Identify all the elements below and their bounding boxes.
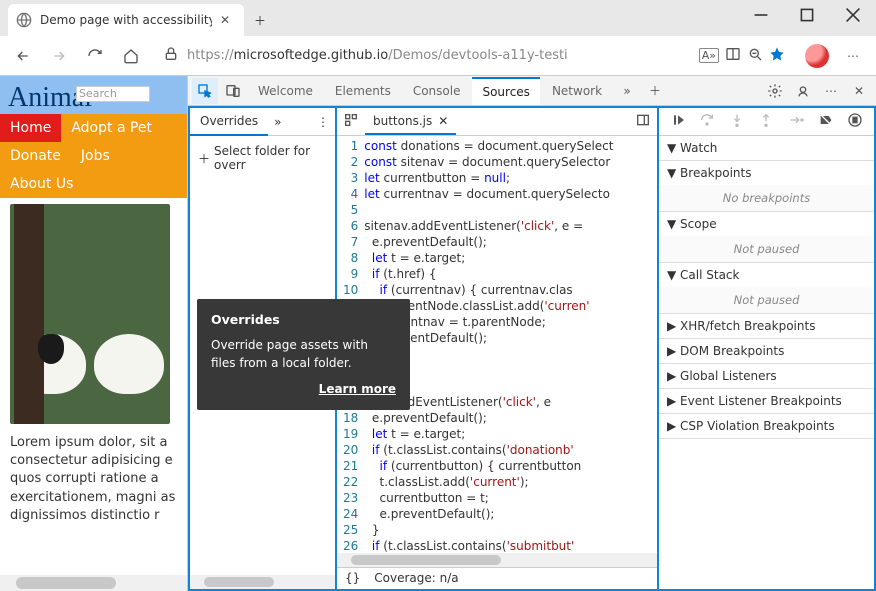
navigator-scrollbar[interactable] [190, 575, 335, 589]
new-tab-button[interactable]: ＋ [244, 4, 276, 36]
tab-welcome[interactable]: Welcome [248, 78, 323, 104]
reading-mode-icon[interactable]: A» [699, 48, 719, 63]
file-nav-icon[interactable] [337, 112, 365, 131]
devtools-menu-icon[interactable]: ⋯ [818, 78, 844, 104]
coverage-status: Coverage: n/a [374, 571, 458, 586]
tooltip-title: Overrides [211, 311, 396, 330]
tab-console[interactable]: Console [403, 78, 471, 104]
navigator-tab-overrides[interactable]: Overrides [190, 108, 268, 136]
step-icon[interactable] [785, 112, 807, 131]
step-out-icon[interactable] [755, 112, 777, 131]
forward-button[interactable] [42, 39, 76, 73]
plus-icon: ＋ [198, 150, 210, 167]
debugger-section-body: Not paused [659, 287, 874, 313]
debugger-section-xhr-fetch-breakpoints[interactable]: ▶ XHR/fetch Breakpoints [659, 314, 874, 338]
tabs-overflow-icon[interactable]: » [614, 78, 640, 104]
tooltip-body: Override page assets with files from a l… [211, 336, 396, 372]
address-bar[interactable]: https://microsoftedge.github.io/Demos/de… [156, 41, 792, 71]
resume-icon[interactable] [667, 112, 689, 131]
device-emulation-icon[interactable] [220, 78, 246, 104]
tab-network[interactable]: Network [542, 78, 612, 104]
tooltip-learn-more-link[interactable]: Learn more [211, 380, 396, 398]
debugger-section-dom-breakpoints[interactable]: ▶ DOM Breakpoints [659, 339, 874, 363]
debugger-section-body: Not paused [659, 236, 874, 262]
select-folder-label: Select folder for overr [214, 144, 327, 172]
select-overrides-folder-button[interactable]: ＋ Select folder for overr [190, 136, 335, 180]
page-viewport: Animal Search Home Adopt a Pet Donate Jo… [0, 76, 188, 591]
nav-adopt[interactable]: Adopt a Pet [61, 114, 162, 142]
nav-donate[interactable]: Donate [0, 142, 71, 170]
inspect-element-icon[interactable] [192, 78, 218, 104]
devtools-close-icon[interactable]: ✕ [846, 78, 872, 104]
debugger-section-body: No breakpoints [659, 185, 874, 211]
file-tab-close-icon[interactable]: ✕ [438, 114, 448, 128]
app-menu-button[interactable]: ⋯ [836, 39, 870, 73]
refresh-button[interactable] [78, 39, 112, 73]
browser-toolbar: https://microsoftedge.github.io/Demos/de… [0, 36, 876, 76]
nav-home[interactable]: Home [0, 114, 61, 142]
profile-button[interactable] [800, 39, 834, 73]
pretty-print-icon[interactable]: {} [345, 571, 360, 586]
debugger-section-call-stack[interactable]: ▼ Call Stack [659, 263, 874, 287]
deactivate-breakpoints-icon[interactable] [815, 112, 837, 131]
debugger-section-watch[interactable]: ▼ Watch [659, 136, 874, 160]
back-button[interactable] [6, 39, 40, 73]
debugger-section-event-listener-breakpoints[interactable]: ▶ Event Listener Breakpoints [659, 389, 874, 413]
zoom-icon[interactable] [747, 46, 763, 65]
page-favicon-icon [16, 12, 32, 28]
url-text: https://microsoftedge.github.io/Demos/de… [187, 48, 693, 63]
tab-close-icon[interactable]: ✕ [220, 13, 236, 27]
file-tab-buttons-js[interactable]: buttons.js ✕ [365, 109, 456, 135]
debugger-section-csp-violation-breakpoints[interactable]: ▶ CSP Violation Breakpoints [659, 414, 874, 438]
window-minimize-button[interactable] [738, 0, 784, 30]
page-horizontal-scrollbar[interactable] [0, 575, 187, 591]
step-into-icon[interactable] [726, 112, 748, 131]
tab-sources[interactable]: Sources [472, 77, 539, 105]
reader-icon[interactable] [725, 46, 741, 65]
browser-tab[interactable]: Demo page with accessibility iss ✕ [8, 4, 244, 36]
window-close-button[interactable] [830, 0, 876, 30]
pause-exceptions-icon[interactable] [844, 112, 866, 131]
debugger-section-breakpoints[interactable]: ▼ Breakpoints [659, 161, 874, 185]
feedback-icon[interactable] [790, 78, 816, 104]
tab-title: Demo page with accessibility iss [40, 13, 212, 27]
overrides-tooltip: Overrides Override page assets with file… [197, 299, 410, 410]
navigator-menu-icon[interactable]: ⋮ [311, 115, 335, 129]
editor-scrollbar[interactable] [337, 553, 657, 567]
file-tab-label: buttons.js [373, 114, 432, 128]
window-titlebar: Demo page with accessibility iss ✕ ＋ [0, 0, 876, 36]
new-tab-devtools-button[interactable]: ＋ [642, 78, 668, 104]
devtools-toolbar: Welcome Elements Console Sources Network… [188, 76, 876, 106]
window-maximize-button[interactable] [784, 0, 830, 30]
sources-debugger-panel: ▼ Watch▼ BreakpointsNo breakpoints▼ Scop… [658, 106, 876, 591]
page-body-text: Lorem ipsum dolor, sit a consectetur adi… [0, 430, 187, 529]
favorite-icon[interactable] [769, 46, 785, 65]
nav-jobs[interactable]: Jobs [71, 142, 120, 170]
site-info-icon[interactable] [163, 46, 181, 65]
debugger-section-global-listeners[interactable]: ▶ Global Listeners [659, 364, 874, 388]
nav-about[interactable]: About Us [0, 170, 83, 198]
navigator-tabs-overflow-icon[interactable]: » [268, 115, 287, 129]
tab-elements[interactable]: Elements [325, 78, 401, 104]
settings-icon[interactable] [762, 78, 788, 104]
page-search-input[interactable]: Search [76, 86, 150, 102]
page-nav: Home Adopt a Pet Donate Jobs About Us [0, 114, 187, 198]
step-over-icon[interactable] [696, 112, 718, 131]
debugger-toolbar [659, 108, 874, 136]
debugger-section-scope[interactable]: ▼ Scope [659, 212, 874, 236]
editor-more-icon[interactable] [629, 112, 657, 131]
home-button[interactable] [114, 39, 148, 73]
page-hero-image [10, 204, 170, 424]
